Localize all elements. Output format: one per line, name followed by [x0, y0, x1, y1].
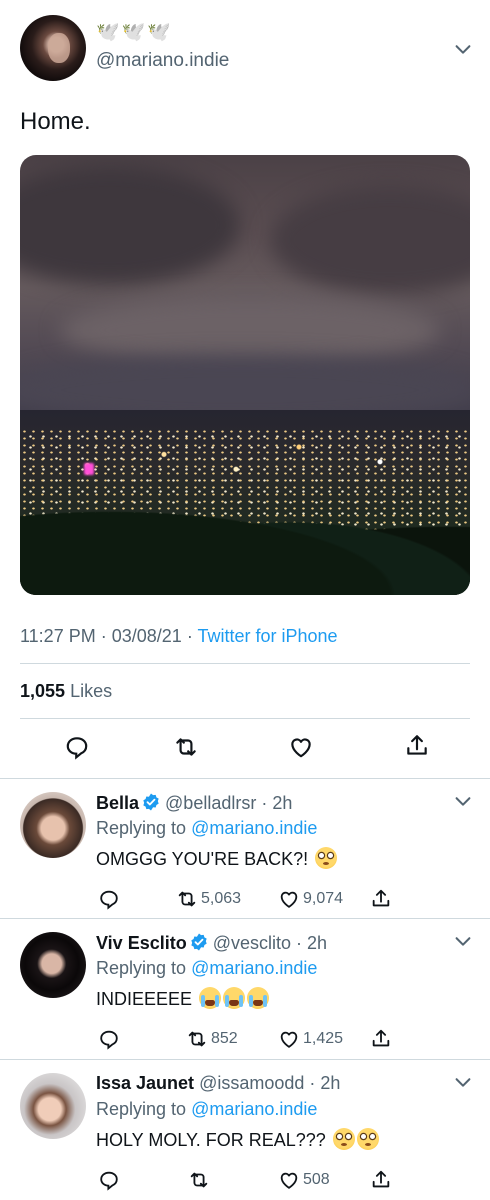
- share-icon: [372, 1170, 390, 1188]
- reply-header: Viv Esclito @vesclito · 2h: [96, 933, 328, 953]
- replying-to: Replying to @mariano.indie: [96, 818, 318, 838]
- reply-actions: 852 1,425: [96, 1028, 396, 1054]
- avatar[interactable]: [20, 932, 86, 998]
- chevron-down-icon[interactable]: [452, 38, 474, 60]
- retweet-icon: [178, 891, 196, 907]
- reply-tweet[interactable]: Viv Esclito @vesclito · 2h Replying to @m…: [0, 918, 490, 1058]
- like-icon: [291, 738, 311, 758]
- tweet-text: Home.: [20, 108, 91, 135]
- reply-button[interactable]: [98, 1028, 123, 1050]
- tweet-date: 03/08/21: [111, 626, 182, 646]
- like-icon: [280, 1031, 298, 1048]
- reply-icon: [66, 737, 88, 760]
- replying-to: Replying to @mariano.indie: [96, 958, 318, 978]
- reply-age: 2h: [307, 933, 328, 953]
- avatar[interactable]: [20, 792, 86, 858]
- likes-summary[interactable]: 1,055 Likes: [20, 681, 112, 702]
- retweet-icon: [190, 1172, 208, 1188]
- retweet-count: 5,063: [201, 890, 242, 907]
- author-avatar[interactable]: [20, 15, 86, 81]
- reply-age: 2h: [320, 1073, 341, 1093]
- reply-icon: [100, 890, 118, 910]
- tweet-photo[interactable]: [20, 155, 470, 595]
- tweet-meta: 11:27 PM · 03/08/21 · Twitter for iPhone: [20, 626, 338, 646]
- mention-link[interactable]: @mariano.indie: [191, 958, 317, 978]
- share-button[interactable]: [370, 1028, 395, 1050]
- share-button[interactable]: [370, 1169, 395, 1191]
- author-display-name[interactable]: 🕊️🕊️🕊️: [96, 22, 173, 44]
- flushed-face-emoji: [356, 1128, 379, 1150]
- flushed-face-emoji: [315, 847, 338, 869]
- reply-icon: [100, 1171, 118, 1191]
- retweet-button[interactable]: [172, 733, 200, 761]
- like-count: 1,425: [303, 1030, 344, 1047]
- likes-count: 1,055: [20, 681, 66, 701]
- retweet-button[interactable]: 852: [186, 1028, 238, 1050]
- like-icon: [280, 1172, 298, 1189]
- reply-text: HOLY MOLY. FOR REAL???: [96, 1128, 379, 1151]
- sob-face-emoji: [199, 987, 222, 1009]
- reply-button[interactable]: [63, 733, 91, 761]
- reply-actions: 508: [96, 1169, 396, 1195]
- retweet-count: 852: [211, 1030, 238, 1047]
- author-handle[interactable]: @mariano.indie: [96, 50, 229, 72]
- divider: [20, 663, 470, 664]
- sob-face-emoji: [247, 987, 270, 1009]
- replying-to: Replying to @mariano.indie: [96, 1099, 318, 1119]
- avatar[interactable]: [20, 1073, 86, 1139]
- reply-author-name[interactable]: Bella: [96, 793, 139, 813]
- reply-icon: [100, 1030, 118, 1050]
- mention-link[interactable]: @mariano.indie: [191, 1099, 317, 1119]
- reply-header: Bella @belladlrsr · 2h: [96, 793, 293, 813]
- verified-badge-icon: [191, 933, 207, 951]
- reply-text: OMGGG YOU'RE BACK?!: [96, 847, 338, 870]
- reply-tweet[interactable]: Issa Jaunet @issamoodd · 2h Replying to …: [0, 1059, 490, 1199]
- mention-link[interactable]: @mariano.indie: [191, 818, 317, 838]
- reply-actions: 5,063 9,074: [96, 888, 396, 914]
- reply-text: INDIEEEEE: [96, 987, 270, 1010]
- like-button[interactable]: [287, 733, 315, 761]
- retweet-button[interactable]: 5,063: [176, 888, 241, 910]
- flushed-face-emoji: [332, 1128, 355, 1150]
- share-button[interactable]: [370, 888, 395, 910]
- retweet-icon: [176, 738, 196, 756]
- chevron-down-icon[interactable]: [452, 930, 474, 952]
- reply-author-name[interactable]: Viv Esclito: [96, 933, 187, 953]
- like-count: 508: [303, 1171, 330, 1188]
- reply-author-handle[interactable]: @vesclito: [213, 933, 291, 953]
- reply-header: Issa Jaunet @issamoodd · 2h: [96, 1073, 341, 1093]
- reply-author-handle[interactable]: @issamoodd: [199, 1073, 304, 1093]
- retweet-icon: [188, 1031, 206, 1047]
- retweet-button[interactable]: [188, 1169, 213, 1191]
- likes-label: Likes: [70, 681, 113, 701]
- like-icon: [280, 891, 298, 908]
- reply-author-name[interactable]: Issa Jaunet: [96, 1073, 194, 1093]
- like-button[interactable]: 1,425: [278, 1028, 343, 1050]
- like-button[interactable]: 508: [278, 1169, 330, 1191]
- tweet-source-link[interactable]: Twitter for iPhone: [198, 626, 338, 646]
- like-count: 9,074: [303, 890, 344, 907]
- like-button[interactable]: 9,074: [278, 888, 343, 910]
- share-icon: [372, 1029, 390, 1047]
- main-tweet: 🕊️🕊️🕊️ @mariano.indie Home. 11:27 PM · 0…: [0, 0, 490, 778]
- share-button[interactable]: [403, 732, 431, 760]
- tweet-time: 11:27 PM: [20, 626, 96, 646]
- divider: [20, 718, 470, 719]
- reply-tweet[interactable]: Bella @belladlrsr · 2h Replying to @maria…: [0, 778, 490, 918]
- reply-button[interactable]: [98, 1169, 123, 1191]
- reply-button[interactable]: [98, 888, 123, 910]
- reply-author-handle[interactable]: @belladlrsr: [165, 793, 256, 813]
- share-icon: [407, 735, 427, 755]
- reply-age: 2h: [272, 793, 293, 813]
- chevron-down-icon[interactable]: [452, 1071, 474, 1093]
- verified-badge-icon: [143, 793, 159, 811]
- sob-face-emoji: [223, 987, 246, 1009]
- share-icon: [372, 889, 390, 907]
- chevron-down-icon[interactable]: [452, 790, 474, 812]
